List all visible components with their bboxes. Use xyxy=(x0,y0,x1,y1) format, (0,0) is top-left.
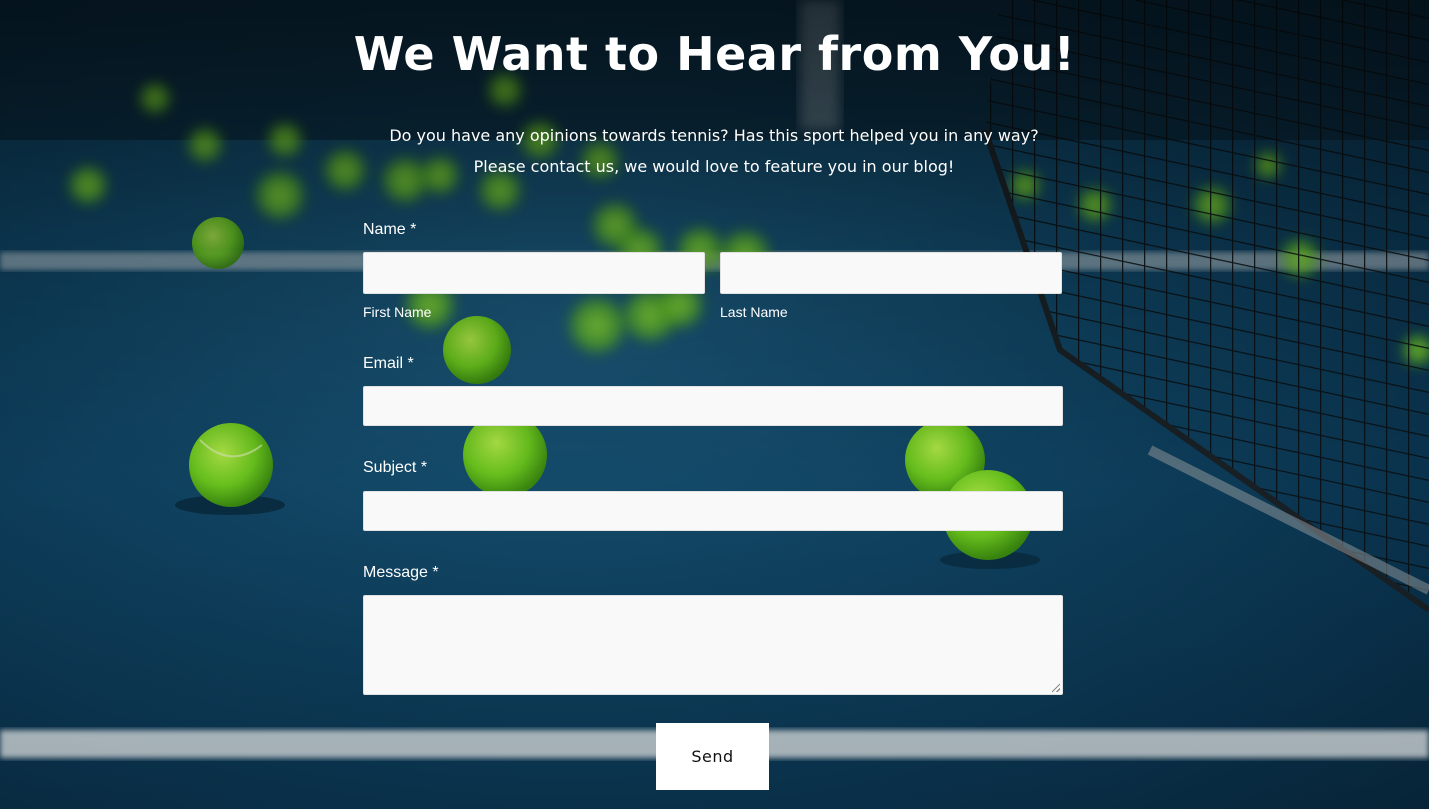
resize-handle-icon[interactable] xyxy=(1052,684,1060,692)
subject-label: Subject * xyxy=(363,459,428,476)
page-title: We Want to Hear from You! xyxy=(353,27,1076,81)
intro-text: Do you have any opinions towards tennis?… xyxy=(314,120,1114,182)
contact-page: We Want to Hear from You! Do you have an… xyxy=(0,0,1429,809)
subject-input[interactable] xyxy=(363,491,1063,531)
email-label: Email * xyxy=(363,355,414,372)
first-name-input[interactable] xyxy=(363,252,705,294)
email-input[interactable] xyxy=(363,386,1063,426)
intro-line-2: Please contact us, we would love to feat… xyxy=(473,157,955,176)
intro-line-1: Do you have any opinions towards tennis?… xyxy=(389,126,1039,145)
message-textarea[interactable] xyxy=(363,595,1063,695)
last-name-label: Last Name xyxy=(720,304,788,320)
send-button[interactable]: Send xyxy=(656,723,769,790)
last-name-input[interactable] xyxy=(720,252,1062,294)
contact-section: We Want to Hear from You! Do you have an… xyxy=(0,0,1429,809)
first-name-label: First Name xyxy=(363,304,432,320)
name-label: Name * xyxy=(363,221,417,238)
message-label: Message * xyxy=(363,564,439,581)
